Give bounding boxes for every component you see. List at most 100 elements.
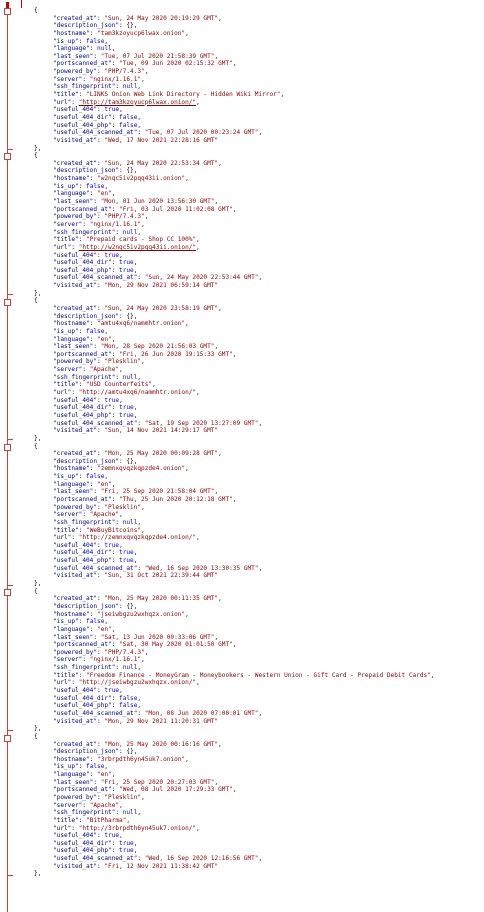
comma-token: ,	[196, 389, 200, 397]
json-key: "server"	[53, 511, 83, 519]
fold-toggle-icon[interactable]	[4, 8, 11, 15]
json-value: "Mon, 08 Jun 2020 07:00:01 GMT"	[144, 709, 259, 717]
json-editor[interactable]: { "created_at": "Sun, 24 May 2020 20:19:2…	[0, 0, 484, 912]
comma-token: ,	[144, 213, 149, 221]
comma-token: ,	[137, 809, 142, 817]
json-key: "portscanned_at"	[53, 496, 112, 503]
colon-token: :	[93, 52, 101, 60]
json-key: "created_at"	[53, 595, 98, 603]
json-pair-line: "is_up": false,	[20, 183, 482, 191]
json-key: "description_json"	[53, 748, 120, 756]
json-pair-line: "useful_404_php": true,	[20, 557, 482, 565]
colon-token: :	[115, 83, 123, 91]
colon-token: :	[78, 473, 87, 481]
json-value: "nginx/1.16.1"	[89, 656, 142, 664]
record-open-brace: {	[20, 733, 482, 741]
json-pair-line: "server": "Apache",	[20, 366, 482, 374]
json-pair-line: "server": "Apache",	[20, 802, 482, 810]
json-value: "Tue, 09 Jun 2020 02:15:32 GMT"	[119, 60, 233, 68]
json-key: "last_seen"	[53, 778, 94, 786]
json-value: "Thu, 25 Jun 2020 20:12:18 GMT"	[119, 496, 233, 503]
json-key: "hostname"	[53, 175, 90, 183]
comma-token: ,	[137, 694, 142, 702]
comma-token: ,	[111, 771, 116, 779]
colon-token: :	[111, 496, 120, 503]
json-pair-line: "language": "en",	[20, 190, 482, 198]
json-pair-line: "last_seen": "Mon, 28 Sep 2020 21:56:03 …	[20, 343, 482, 351]
json-key: "useful_404_scanned_at"	[53, 564, 138, 572]
colon-token: :	[78, 182, 87, 190]
json-key: "powered_by"	[53, 503, 98, 511]
comma-token: ,	[104, 37, 109, 45]
colon-token: :	[89, 175, 98, 183]
comma-token: ,	[185, 755, 189, 763]
comma-token: ,	[218, 159, 222, 167]
colon-token: :	[137, 564, 145, 572]
fold-toggle-icon[interactable]	[4, 444, 11, 452]
colon-token: :	[111, 350, 120, 358]
json-value: "WeBuyBitcoins"	[86, 526, 142, 534]
colon-token: :	[89, 465, 98, 473]
json-key: "useful_404"	[53, 687, 98, 695]
comma-token: ,	[430, 671, 435, 679]
comma-token: ,	[119, 832, 123, 840]
json-value: "Sun, 24 May 2020 23:58:19 GMT"	[104, 304, 219, 312]
json-pair-line: "powered_by": "PHP/7.4.3",	[20, 213, 482, 221]
json-pair-line: "description_json": {},	[20, 458, 482, 466]
json-key: "useful_404"	[53, 106, 98, 114]
json-key: "is_up"	[53, 473, 79, 481]
fold-toggle-icon[interactable]	[4, 589, 11, 597]
json-key: "useful_404_dir"	[53, 259, 112, 267]
colon-token: :	[89, 29, 98, 37]
json-key: "useful_404_php"	[53, 266, 112, 274]
json-pair-line: "useful_404_scanned_at": "Wed, 16 Sep 20…	[20, 565, 482, 573]
colon-token: :	[111, 60, 120, 68]
json-pair-line: "useful_404_dir": false,	[20, 114, 482, 122]
json-pair-line: "description_json": {},	[20, 22, 482, 30]
comma-token: ,	[196, 243, 200, 251]
colon-token: :	[111, 702, 120, 710]
json-pair-line: "language": "en",	[20, 771, 482, 779]
json-key: "server"	[53, 801, 83, 809]
json-key: "powered_by"	[53, 213, 98, 221]
json-pair-line: "server": "Apache",	[20, 511, 482, 519]
json-pair-line: "last_seen": "Fri, 25 Sep 2020 20:27:03 …	[20, 779, 482, 787]
code-area[interactable]: { "created_at": "Sun, 24 May 2020 20:19:2…	[20, 7, 482, 878]
json-pair-line: "useful_404_scanned_at": "Wed, 16 Sep 20…	[20, 855, 482, 863]
json-value: true	[104, 832, 120, 840]
json-key: "ssh_fingerprint"	[53, 228, 116, 236]
json-pair-line: "created_at": "Sun, 24 May 2020 20:19:29…	[20, 15, 482, 23]
colon-token: :	[111, 839, 120, 847]
brace-token: },	[34, 144, 42, 152]
json-key: "is_up"	[53, 37, 79, 45]
json-key: "hostname"	[53, 29, 90, 37]
comma-token: ,	[214, 52, 219, 60]
json-pair-line: "last_seen": "Fri, 25 Sep 2020 21:58:04 …	[20, 488, 482, 496]
comma-token: ,	[133, 748, 138, 756]
json-value: true	[119, 839, 134, 847]
json-value: "Mon, 01 Jun 2020 13:56:30 GMT"	[100, 198, 215, 206]
json-value: "Freedom Finance - MoneyGram - Moneybook…	[86, 671, 431, 679]
record-close-brace: },	[20, 725, 482, 733]
comma-token: ,	[185, 610, 189, 618]
json-key: "language"	[53, 190, 90, 198]
json-key: "visited_at"	[53, 427, 98, 435]
fold-toggle-icon[interactable]	[4, 298, 11, 306]
json-value: false	[119, 694, 138, 702]
fold-toggle-icon[interactable]	[4, 153, 11, 161]
json-value: null	[122, 228, 138, 236]
colon-token: :	[78, 381, 87, 389]
json-value: {}	[126, 312, 134, 320]
colon-token: :	[111, 641, 120, 649]
json-pair-line: "description_json": {},	[20, 313, 482, 321]
colon-token: :	[93, 343, 101, 351]
comma-token: ,	[133, 457, 138, 465]
comma-token: ,	[133, 259, 138, 267]
json-pair-line: "language": "en",	[20, 336, 482, 344]
fold-toggle-icon[interactable]	[4, 734, 11, 742]
json-pair-line: "useful_404_dir": true,	[20, 259, 482, 267]
json-value: {}	[126, 22, 134, 30]
json-pair-line: "useful_404": true,	[20, 542, 482, 550]
json-key: "title"	[53, 91, 79, 99]
json-pair-line: "url": "http://w2nqc5iv2pqq43ii.onion/",	[20, 244, 482, 252]
